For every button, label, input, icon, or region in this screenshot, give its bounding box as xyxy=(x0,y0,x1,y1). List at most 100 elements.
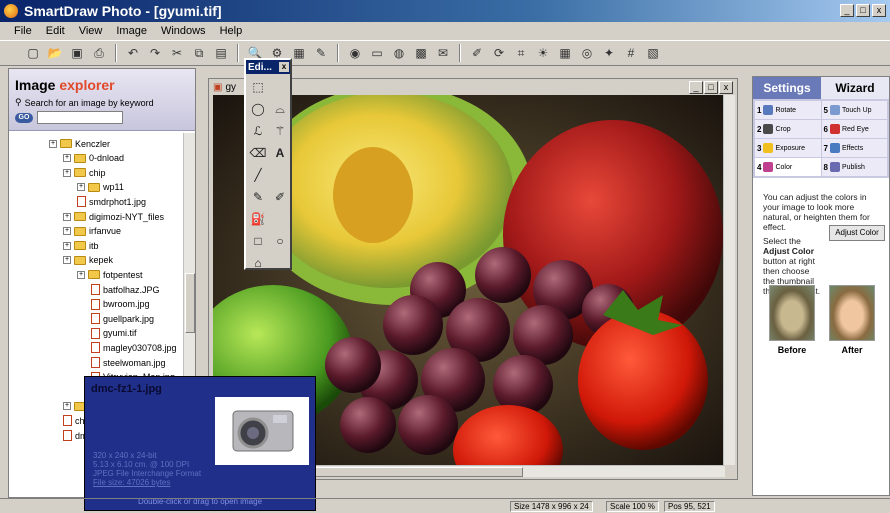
wizard-step-rotate[interactable]: 1 Rotate xyxy=(755,101,821,119)
image-minimize-button[interactable]: _ xyxy=(689,81,703,94)
text-icon[interactable]: A xyxy=(270,144,290,162)
tree-folder[interactable]: +0-dnload xyxy=(63,152,124,165)
paste-icon[interactable]: ▤ xyxy=(212,44,230,62)
wizard-step-red-eye[interactable]: 6 Red Eye xyxy=(821,120,887,138)
tree-file[interactable]: bwroom.jpg xyxy=(91,298,150,311)
tree-file[interactable]: steelwoman.jpg xyxy=(91,356,166,369)
touchup-icon[interactable]: ✐ xyxy=(468,44,486,62)
rectangle-icon[interactable]: □ xyxy=(248,232,268,250)
tree-label: kepek xyxy=(89,255,114,266)
menu-view[interactable]: View xyxy=(79,25,103,37)
expand-icon[interactable]: + xyxy=(63,402,71,411)
image-vscroll[interactable] xyxy=(723,95,735,465)
image-icon[interactable]: ▩ xyxy=(412,44,430,62)
tree-folder[interactable]: + itb xyxy=(63,239,99,252)
wizard-step-touch-up[interactable]: 5 Touch Up xyxy=(821,101,887,119)
tab-settings[interactable]: Settings xyxy=(753,77,821,99)
expand-icon[interactable]: + xyxy=(63,241,71,250)
image-close-button[interactable]: x xyxy=(719,81,733,94)
binoculars-icon: ⚲ xyxy=(15,97,22,107)
tree-file[interactable]: guellpark.jpg xyxy=(91,312,154,325)
ellipse-select-icon[interactable]: ◯ xyxy=(248,100,268,118)
image-maximize-button[interactable]: □ xyxy=(704,81,718,94)
palette-tools: ⬚ ◯ ⌓ ℒ ⚚ ⌫ A ╱ ✎ ✐ ⛽ □ ○ ⌂ xyxy=(246,74,290,276)
publish-icon[interactable]: ▧ xyxy=(644,44,662,62)
brush-icon[interactable]: ✐ xyxy=(270,188,290,206)
expand-icon[interactable]: + xyxy=(77,183,85,192)
image-hscroll-thumb[interactable] xyxy=(303,467,523,477)
tab-wizard[interactable]: Wizard xyxy=(821,77,889,99)
expand-icon[interactable]: + xyxy=(63,168,71,177)
pencil-icon[interactable]: ✎ xyxy=(248,188,268,206)
save-icon[interactable]: ▣ xyxy=(68,44,86,62)
expand-icon[interactable]: + xyxy=(63,227,71,236)
explorer-title-plain: Image xyxy=(15,77,60,93)
menu-windows[interactable]: Windows xyxy=(161,25,206,37)
tree-file[interactable]: smdrphot1.jpg xyxy=(77,195,146,208)
web-icon[interactable]: ◍ xyxy=(390,44,408,62)
after-thumbnail[interactable] xyxy=(829,285,875,341)
undo-icon[interactable]: ↶ xyxy=(124,44,142,62)
wizard-step-effects[interactable]: 7 Effects xyxy=(821,139,887,157)
copy-icon[interactable]: ⧉ xyxy=(190,44,208,62)
redo-icon[interactable]: ↷ xyxy=(146,44,164,62)
poly-select-icon[interactable]: ⌓ xyxy=(270,100,290,118)
tree-folder[interactable]: + Kenczler xyxy=(49,137,110,150)
menu-edit[interactable]: Edit xyxy=(46,25,65,37)
expand-icon[interactable]: + xyxy=(77,270,85,279)
color-icon[interactable]: ▦ xyxy=(556,44,574,62)
print-icon[interactable]: ⎙ xyxy=(90,44,108,62)
menu-file[interactable]: File xyxy=(14,25,32,37)
wizard-step-crop[interactable]: 2 Crop xyxy=(755,120,821,138)
maximize-button[interactable]: □ xyxy=(856,4,870,17)
crop-icon[interactable]: ⌗ xyxy=(512,44,530,62)
freeform-icon[interactable]: ⌂ xyxy=(248,254,268,272)
cut-icon[interactable]: ✂ xyxy=(168,44,186,62)
scrollbar-thumb[interactable] xyxy=(185,273,195,333)
lasso-icon[interactable]: ℒ xyxy=(248,122,268,140)
tree-file[interactable]: gyumi.tif xyxy=(91,327,137,340)
search-input[interactable] xyxy=(37,111,123,124)
expand-icon[interactable]: + xyxy=(49,139,57,148)
new-icon[interactable]: ▢ xyxy=(24,44,42,62)
open-icon[interactable]: 📂 xyxy=(46,44,64,62)
line-icon[interactable]: ╱ xyxy=(248,166,268,184)
go-button[interactable]: GO xyxy=(15,112,33,123)
adjust-icon[interactable]: ✦ xyxy=(600,44,618,62)
close-button[interactable]: x xyxy=(872,4,886,17)
exposure-icon[interactable]: ☀ xyxy=(534,44,552,62)
picture-icon[interactable]: ▦ xyxy=(290,44,308,62)
expand-icon[interactable]: + xyxy=(63,256,71,265)
palette-close-button[interactable]: x xyxy=(279,62,289,72)
expand-icon[interactable]: + xyxy=(63,212,71,221)
scanner-icon[interactable]: ▭ xyxy=(368,44,386,62)
redeye-icon[interactable]: ◎ xyxy=(578,44,596,62)
tree-folder[interactable]: + chip xyxy=(63,166,106,179)
tree-folder[interactable]: + irfanvue xyxy=(63,225,121,238)
effects-icon[interactable]: ✎ xyxy=(312,44,330,62)
camera-icon[interactable]: ◉ xyxy=(346,44,364,62)
tree-folder[interactable]: + kepek xyxy=(63,254,113,267)
rect-select-icon[interactable]: ⬚ xyxy=(248,78,268,96)
sharpen-icon[interactable]: # xyxy=(622,44,640,62)
circle-icon[interactable]: ○ xyxy=(270,232,290,250)
minimize-button[interactable]: _ xyxy=(840,4,854,17)
menu-help[interactable]: Help xyxy=(220,25,243,37)
wizard-step-exposure[interactable]: 3 Exposure xyxy=(755,139,821,157)
tree-folder[interactable]: + digimozi-NYT_files xyxy=(63,210,164,223)
wizard-step-color[interactable]: 4 Color xyxy=(755,158,821,176)
wand-icon[interactable]: ⚚ xyxy=(270,122,290,140)
adjust-color-button[interactable]: Adjust Color xyxy=(829,225,885,241)
email-icon[interactable]: ✉ xyxy=(434,44,452,62)
before-thumbnail[interactable] xyxy=(769,285,815,341)
expand-icon[interactable]: + xyxy=(63,154,71,163)
tree-folder[interactable]: + fotpentest xyxy=(77,268,143,281)
tree-file[interactable]: batfolhaz.JPG xyxy=(91,283,160,296)
wizard-step-publish[interactable]: 8 Publish xyxy=(821,158,887,176)
fill-icon[interactable]: ⛽ xyxy=(248,210,268,228)
eraser-icon[interactable]: ⌫ xyxy=(248,144,268,162)
tree-file[interactable]: magley030708.jpg xyxy=(91,341,177,354)
rotate-icon[interactable]: ⟳ xyxy=(490,44,508,62)
menu-image[interactable]: Image xyxy=(116,25,147,37)
tree-folder[interactable]: + wp11 xyxy=(77,181,124,194)
